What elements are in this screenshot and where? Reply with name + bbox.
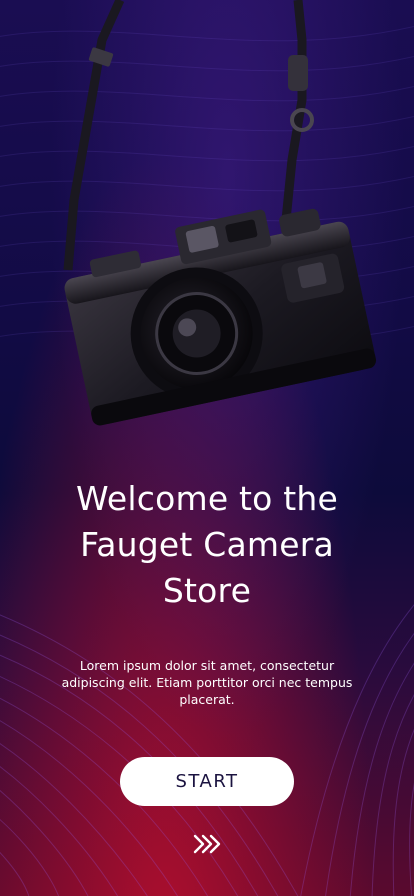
- welcome-description: Lorem ipsum dolor sit amet, consectetur …: [61, 658, 353, 707]
- camera-icon: [63, 0, 377, 426]
- welcome-screen: Welcome to the Fauget Camera Store Lorem…: [0, 0, 414, 896]
- start-button[interactable]: START: [120, 757, 294, 806]
- chevrons-right-icon[interactable]: [191, 832, 223, 856]
- welcome-title: Welcome to the Fauget Camera Store: [75, 479, 338, 610]
